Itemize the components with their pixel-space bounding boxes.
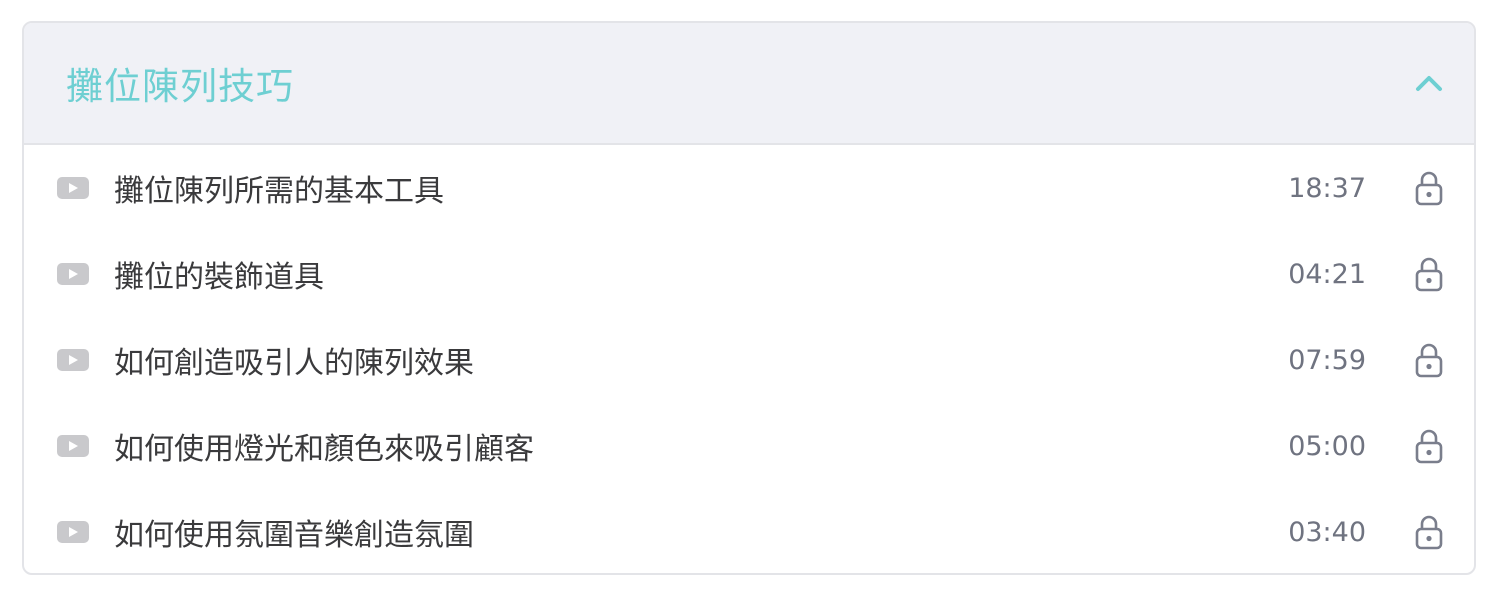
lock-icon bbox=[1414, 169, 1444, 207]
play-icon bbox=[56, 519, 90, 545]
chevron-up-icon[interactable] bbox=[1412, 66, 1446, 100]
section-title: 攤位陳列技巧 bbox=[66, 65, 294, 108]
lesson-title: 攤位陳列所需的基本工具 bbox=[114, 174, 444, 209]
lock-icon bbox=[1414, 341, 1444, 379]
lesson-row[interactable]: 如何使用燈光和顏色來吸引顧客 05:00 bbox=[24, 403, 1474, 489]
lesson-list: 攤位陳列所需的基本工具 18:37 攤位的裝飾道具 04:21 如何創造吸引人的… bbox=[24, 145, 1474, 573]
lock-icon bbox=[1414, 255, 1444, 293]
lesson-duration: 05:00 bbox=[1288, 430, 1366, 462]
lesson-row[interactable]: 如何創造吸引人的陳列效果 07:59 bbox=[24, 317, 1474, 403]
lesson-row[interactable]: 攤位的裝飾道具 04:21 bbox=[24, 231, 1474, 317]
lesson-duration: 18:37 bbox=[1288, 172, 1366, 204]
lesson-duration: 03:40 bbox=[1288, 516, 1366, 548]
lesson-row[interactable]: 攤位陳列所需的基本工具 18:37 bbox=[24, 145, 1474, 231]
lesson-title: 如何使用燈光和顏色來吸引顧客 bbox=[114, 432, 534, 467]
play-icon bbox=[56, 347, 90, 373]
lesson-duration: 07:59 bbox=[1288, 344, 1366, 376]
lesson-row[interactable]: 如何使用氛圍音樂創造氛圍 03:40 bbox=[24, 489, 1474, 573]
course-section-accordion: 攤位陳列技巧 攤位陳列所需的基本工具 18:37 攤位的裝飾道具 04:21 如… bbox=[22, 21, 1476, 575]
lock-icon bbox=[1414, 513, 1444, 551]
play-icon bbox=[56, 261, 90, 287]
play-icon bbox=[56, 433, 90, 459]
lesson-duration: 04:21 bbox=[1288, 258, 1366, 290]
section-header[interactable]: 攤位陳列技巧 bbox=[24, 23, 1474, 145]
lesson-title: 如何創造吸引人的陳列效果 bbox=[114, 346, 474, 381]
lock-icon bbox=[1414, 427, 1444, 465]
lesson-title: 如何使用氛圍音樂創造氛圍 bbox=[114, 518, 474, 553]
lesson-title: 攤位的裝飾道具 bbox=[114, 260, 324, 295]
play-icon bbox=[56, 175, 90, 201]
